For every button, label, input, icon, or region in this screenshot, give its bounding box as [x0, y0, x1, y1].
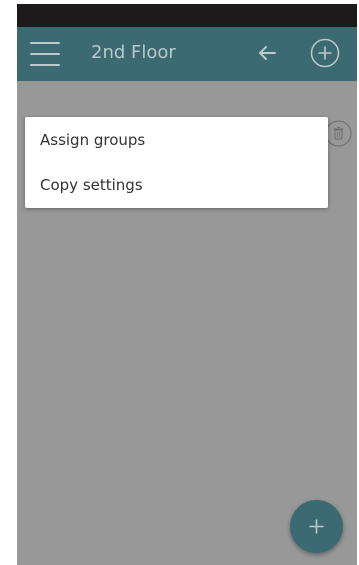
plus-circle-icon[interactable] — [310, 38, 340, 68]
menu-item-copy-settings[interactable]: Copy settings — [25, 163, 328, 208]
page-title: 2nd Floor — [91, 42, 176, 63]
status-bar — [17, 4, 357, 27]
menu-item-assign-groups[interactable]: Assign groups — [25, 118, 328, 163]
trash-icon[interactable] — [325, 120, 352, 147]
app-screen: 2nd Floor Assign groups Copy settings — [17, 4, 357, 565]
hamburger-menu-icon[interactable] — [30, 41, 60, 67]
arrow-left-icon[interactable] — [257, 42, 279, 64]
app-bar: 2nd Floor — [17, 27, 357, 81]
plus-icon — [309, 519, 324, 534]
add-fab-button[interactable] — [290, 500, 343, 553]
context-menu: Assign groups Copy settings — [25, 117, 328, 208]
